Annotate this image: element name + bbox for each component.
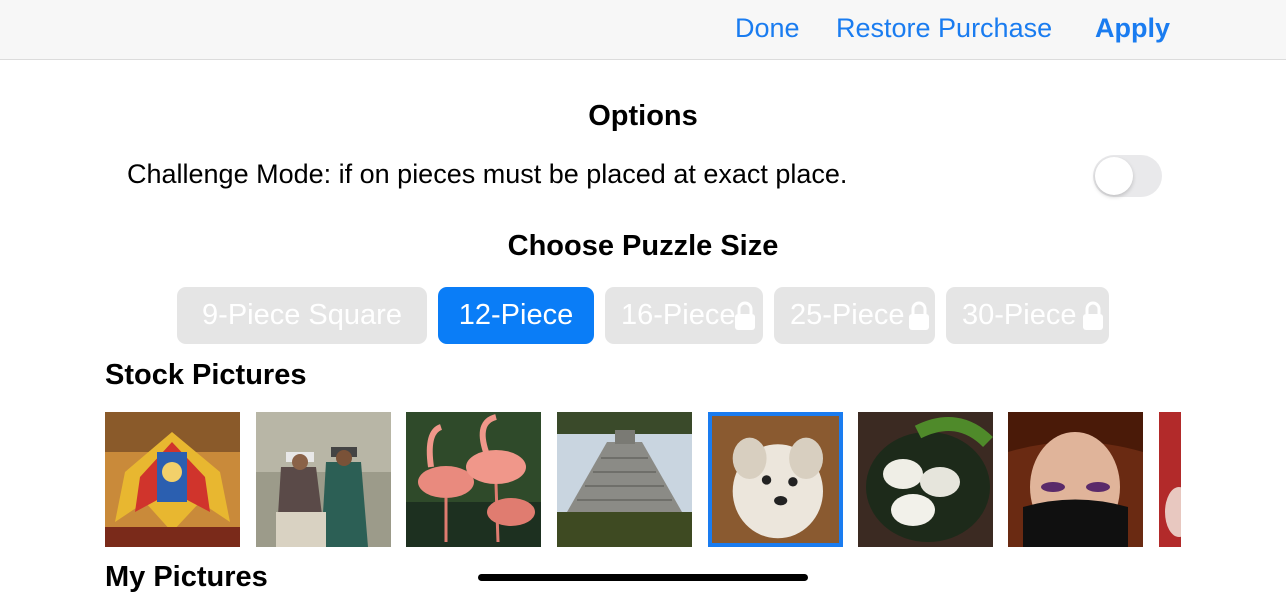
- lock-icon: [1083, 301, 1103, 330]
- navigation-bar: Done Restore Purchase Apply: [0, 0, 1286, 60]
- eggs-picture[interactable]: [858, 412, 993, 547]
- done-button[interactable]: Done: [735, 13, 800, 44]
- stock-pictures-title: Stock Pictures: [105, 359, 307, 391]
- segment-9-piece[interactable]: 9-Piece Square: [177, 287, 427, 344]
- segment-30-piece[interactable]: 30-Piece: [946, 287, 1109, 344]
- segment-label: 9-Piece Square: [202, 299, 402, 331]
- challenge-mode-label: Challenge Mode: if on pieces must be pla…: [127, 159, 848, 189]
- flamingos-picture[interactable]: [406, 412, 541, 547]
- my-pictures-title: My Pictures: [105, 561, 268, 593]
- puzzle-size-title: Choose Puzzle Size: [507, 230, 779, 262]
- segment-label: 30-Piece: [962, 299, 1077, 331]
- lock-icon: [909, 301, 929, 330]
- segment-label: 16-Piece: [621, 299, 736, 331]
- segment-12-piece[interactable]: 12-Piece: [438, 287, 594, 344]
- masked-woman-picture[interactable]: [1008, 412, 1143, 547]
- dog-picture[interactable]: [708, 412, 843, 547]
- options-title: Options: [588, 100, 698, 132]
- toggle-knob: [1095, 157, 1133, 195]
- festival-costume-picture[interactable]: [105, 412, 240, 547]
- challenge-mode-toggle[interactable]: [1093, 155, 1162, 197]
- partial-picture[interactable]: [1159, 412, 1181, 547]
- apply-button[interactable]: Apply: [1095, 13, 1170, 44]
- home-indicator[interactable]: [478, 574, 808, 581]
- restore-purchase-button[interactable]: Restore Purchase: [836, 13, 1052, 44]
- segment-label: 12-Piece: [458, 299, 574, 331]
- pyramid-picture[interactable]: [557, 412, 692, 547]
- andean-women-picture[interactable]: [256, 412, 391, 547]
- segment-label: 25-Piece: [790, 299, 905, 331]
- segment-16-piece[interactable]: 16-Piece: [605, 287, 763, 344]
- segment-25-piece[interactable]: 25-Piece: [774, 287, 935, 344]
- stock-pictures-strip[interactable]: [105, 412, 1181, 547]
- lock-icon: [735, 301, 755, 330]
